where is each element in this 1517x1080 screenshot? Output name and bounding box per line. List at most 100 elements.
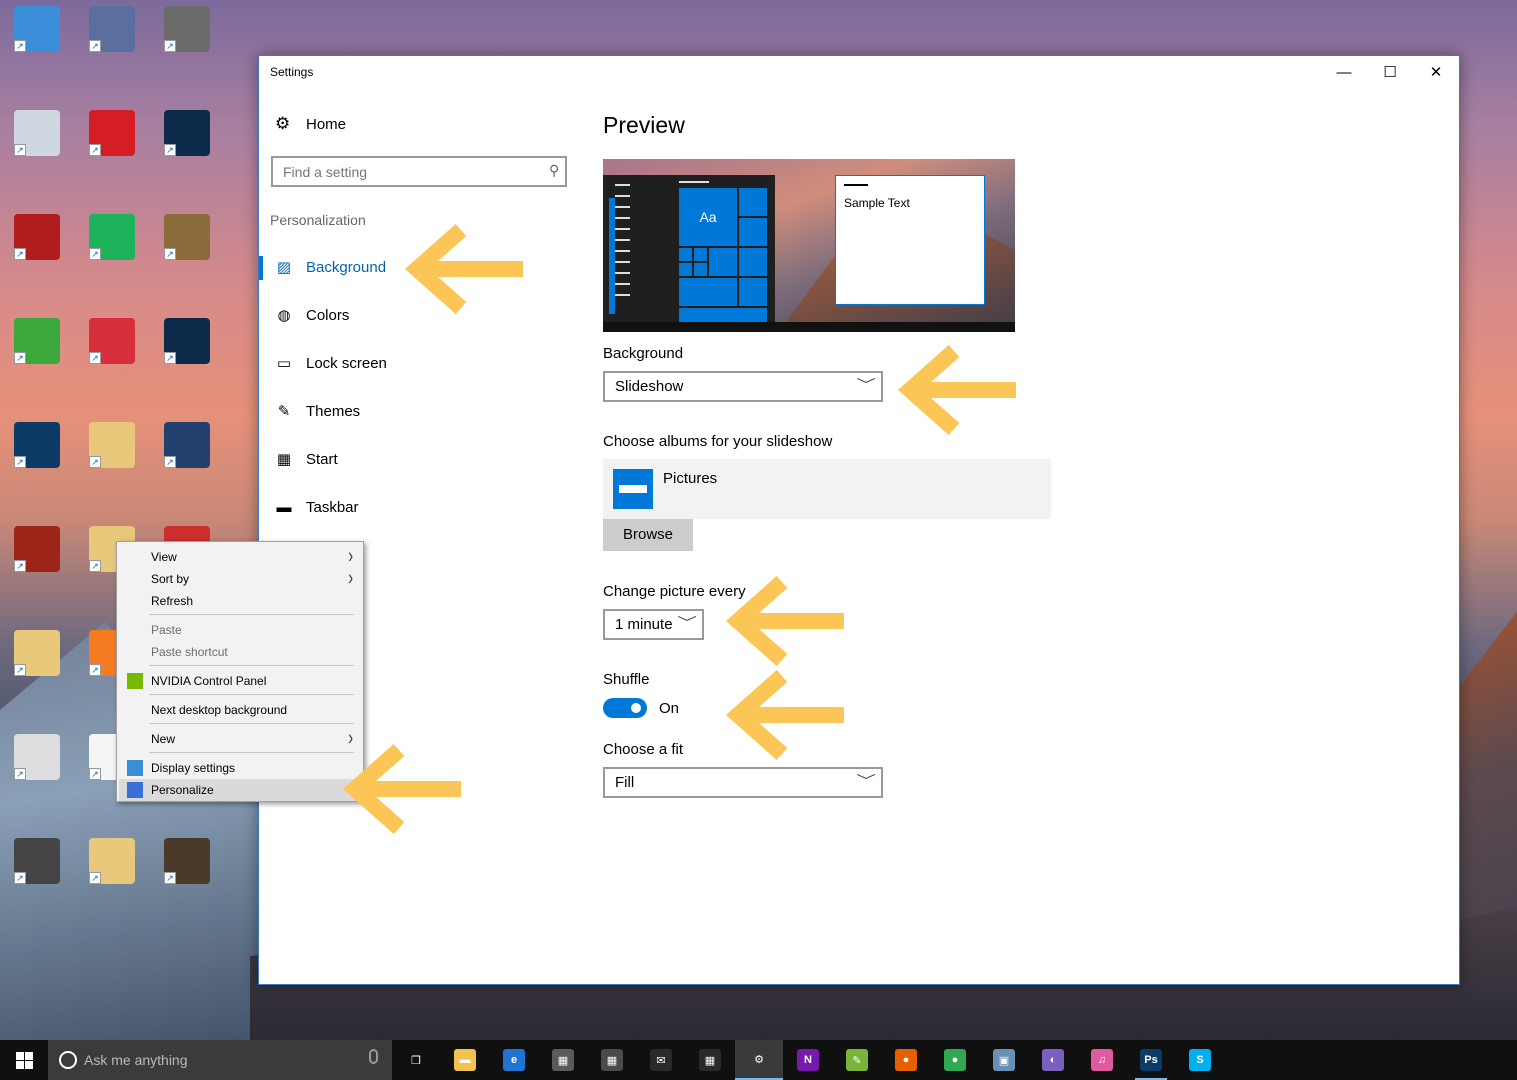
- desktop-icon[interactable]: ↗This PC: [1, 6, 367, 85]
- desktop-context-menu: View › Sort by › Refresh Paste Paste shortcut N…: [116, 541, 364, 802]
- shortcut-arrow-icon: ↗: [89, 456, 101, 468]
- shortcut-arrow-icon: ↗: [164, 352, 176, 364]
- menu-item-refresh[interactable]: Refresh: [119, 590, 361, 612]
- taskbar-file-explorer[interactable]: ▬: [441, 1040, 489, 1080]
- shuffle-state: On: [659, 700, 680, 717]
- nav-item-label: Themes: [306, 403, 361, 420]
- desktop-icon[interactable]: ↗FileZilla Client: [1, 214, 385, 293]
- taskbar-notepad-plus[interactable]: ✎: [833, 1040, 881, 1080]
- shortcut-arrow-icon: ↗: [164, 872, 176, 884]
- preview-taskbar: [603, 322, 1015, 332]
- microphone-icon[interactable]: [369, 1049, 378, 1064]
- file-explorer-icon: ▬: [454, 1049, 476, 1071]
- menu-separator: [149, 614, 354, 615]
- desktop-icon[interactable]: ↗530.psd: [151, 110, 537, 174]
- taskbar-search-placeholder: Ask me anything: [84, 1052, 188, 1068]
- annotation-arrow-icon: [404, 224, 523, 314]
- taskbar-chrome[interactable]: ●: [931, 1040, 979, 1080]
- taskbar-calendar[interactable]: ▦: [686, 1040, 734, 1080]
- search-input[interactable]: Find a setting ⚲: [271, 156, 567, 187]
- background-dropdown[interactable]: Slideshow ﹀: [603, 371, 883, 402]
- desktop-icon[interactable]: ↗FreeFileSync: [1, 318, 413, 382]
- menu-item-view[interactable]: View ›: [119, 543, 361, 568]
- nav-item-lock-screen[interactable]: ▭ Lock screen: [259, 342, 559, 386]
- taskbar-search-box[interactable]: Ask me anything: [48, 1040, 392, 1080]
- taskbar-firefox[interactable]: ●: [882, 1040, 930, 1080]
- maximize-button[interactable]: ☐: [1367, 56, 1413, 88]
- taskbar-task-view[interactable]: ❐: [392, 1040, 440, 1080]
- menu-separator: [149, 665, 354, 666]
- taskbar-store[interactable]: ▦: [539, 1040, 587, 1080]
- menu-item-display-settings[interactable]: Display settings: [119, 757, 361, 779]
- desktop-icon[interactable]: ↗Dota 2: [1, 526, 370, 605]
- menu-item-next-desktop-background[interactable]: Next desktop background: [119, 699, 361, 721]
- browse-button[interactable]: Browse: [603, 519, 693, 551]
- shuffle-toggle[interactable]: [603, 698, 647, 718]
- fit-dropdown[interactable]: Fill ﹀: [603, 767, 883, 798]
- chevron-right-icon: ›: [348, 565, 353, 589]
- taskbar-mail[interactable]: ✉: [637, 1040, 685, 1080]
- chevron-down-icon: ﹀: [677, 615, 697, 631]
- taskbar-torrent[interactable]: ◐: [1029, 1040, 1077, 1080]
- taskbar-edge[interactable]: e: [490, 1040, 538, 1080]
- preview-tiles: Aa: [679, 188, 769, 322]
- start-icon: ▦: [276, 451, 292, 468]
- taskbar-onenote[interactable]: N: [784, 1040, 832, 1080]
- shortcut-arrow-icon: ↗: [89, 872, 101, 884]
- menu-item-nvidia-control-panel[interactable]: NVIDIA Control Panel: [119, 670, 361, 692]
- taskbar-settings[interactable]: ⚙: [735, 1040, 783, 1080]
- desktop-icon-image: ↗: [89, 838, 135, 884]
- nav-home[interactable]: ⚙ Home: [275, 115, 346, 133]
- desktop-icon[interactable]: ↗Opera: [76, 110, 453, 174]
- desktop-icon[interactable]: ↗Charlie Munger: [76, 838, 460, 917]
- settings-window[interactable]: Settings — ☐ ✕ ⚙ Home Find a setting ⚲ P…: [258, 55, 1460, 985]
- shortcut-arrow-icon: ↗: [89, 40, 101, 52]
- menu-item-personalize[interactable]: Personalize: [119, 779, 361, 801]
- desktop-icon[interactable]: ↗Opera Neon: [76, 214, 453, 293]
- desktop-icon[interactable]: ↗putty.exe - Shortcut: [76, 6, 466, 100]
- interval-dropdown[interactable]: 1 minute ﹀: [603, 609, 704, 640]
- search-icon[interactable]: ⚲: [549, 162, 559, 179]
- menu-item-new[interactable]: New ›: [119, 725, 361, 750]
- desktop-icon[interactable]: ↗Photoshop... - Shortcut: [1, 422, 410, 501]
- nav-item-taskbar[interactable]: ▬ Taskbar: [259, 486, 559, 530]
- title-bar[interactable]: Settings — ☐ ✕: [259, 56, 1459, 88]
- desktop-icon[interactable]: ↗mirage: [1, 630, 381, 694]
- menu-item-paste: Paste: [119, 619, 361, 641]
- nav-item-label: Taskbar: [306, 499, 359, 516]
- menu-item-label: New: [151, 732, 176, 746]
- menu-item-sort-by[interactable]: Sort by ›: [119, 565, 361, 590]
- nav-item-start[interactable]: ▦ Start: [259, 438, 559, 482]
- menu-item-label: Paste: [151, 623, 182, 637]
- desktop-icon[interactable]: ↗honda.psd: [151, 318, 549, 382]
- desktop-icon[interactable]: ↗ezgif-2-62...: [151, 838, 523, 932]
- album-name: Pictures: [663, 470, 718, 487]
- chrome-icon: ●: [944, 1049, 966, 1071]
- shortcut-arrow-icon: ↗: [14, 664, 26, 676]
- taskbar-skype[interactable]: S: [1176, 1040, 1224, 1080]
- desktop-icon[interactable]: ↗Stripper - Shortcut: [1, 734, 388, 828]
- desktop-icon[interactable]: ↗C6A1HXD...: [151, 422, 559, 486]
- start-button[interactable]: [0, 1040, 48, 1080]
- nvidia-control-panel-icon: [127, 673, 143, 689]
- taskbar-photoshop[interactable]: Ps: [1127, 1040, 1175, 1080]
- notepad-plus-icon: ✎: [846, 1049, 868, 1071]
- desktop-icon[interactable]: ↗Vivaldi: [76, 318, 454, 382]
- taskbar-itunes[interactable]: ♫: [1078, 1040, 1126, 1080]
- desktop-icon[interactable]: ↗Chinese-Pr...: [151, 6, 542, 85]
- desktop-icon[interactable]: ↗xampp - Shortcut: [76, 422, 463, 501]
- annotation-arrow-icon: [725, 670, 844, 760]
- close-button[interactable]: ✕: [1413, 56, 1459, 88]
- minimize-button[interactable]: —: [1321, 56, 1367, 88]
- taskbar-calculator[interactable]: ▦: [588, 1040, 636, 1080]
- desktop-icon[interactable]: ↗Path of Exile: [151, 214, 520, 308]
- desktop-icon-image: ↗: [14, 630, 60, 676]
- calendar-icon: ▦: [699, 1049, 721, 1071]
- desktop-icon[interactable]: ↗Age of Empires ...: [1, 838, 388, 932]
- taskbar-photo-viewer[interactable]: ▣: [980, 1040, 1028, 1080]
- nav-item-themes[interactable]: ✎ Themes: [259, 390, 559, 434]
- album-item[interactable]: Pictures: [603, 459, 1051, 519]
- desktop-icon[interactable]: ↗Recycle Bin: [1, 110, 386, 189]
- desktop-icon-image: ↗: [14, 318, 60, 364]
- menu-item-paste-shortcut: Paste shortcut: [119, 641, 361, 663]
